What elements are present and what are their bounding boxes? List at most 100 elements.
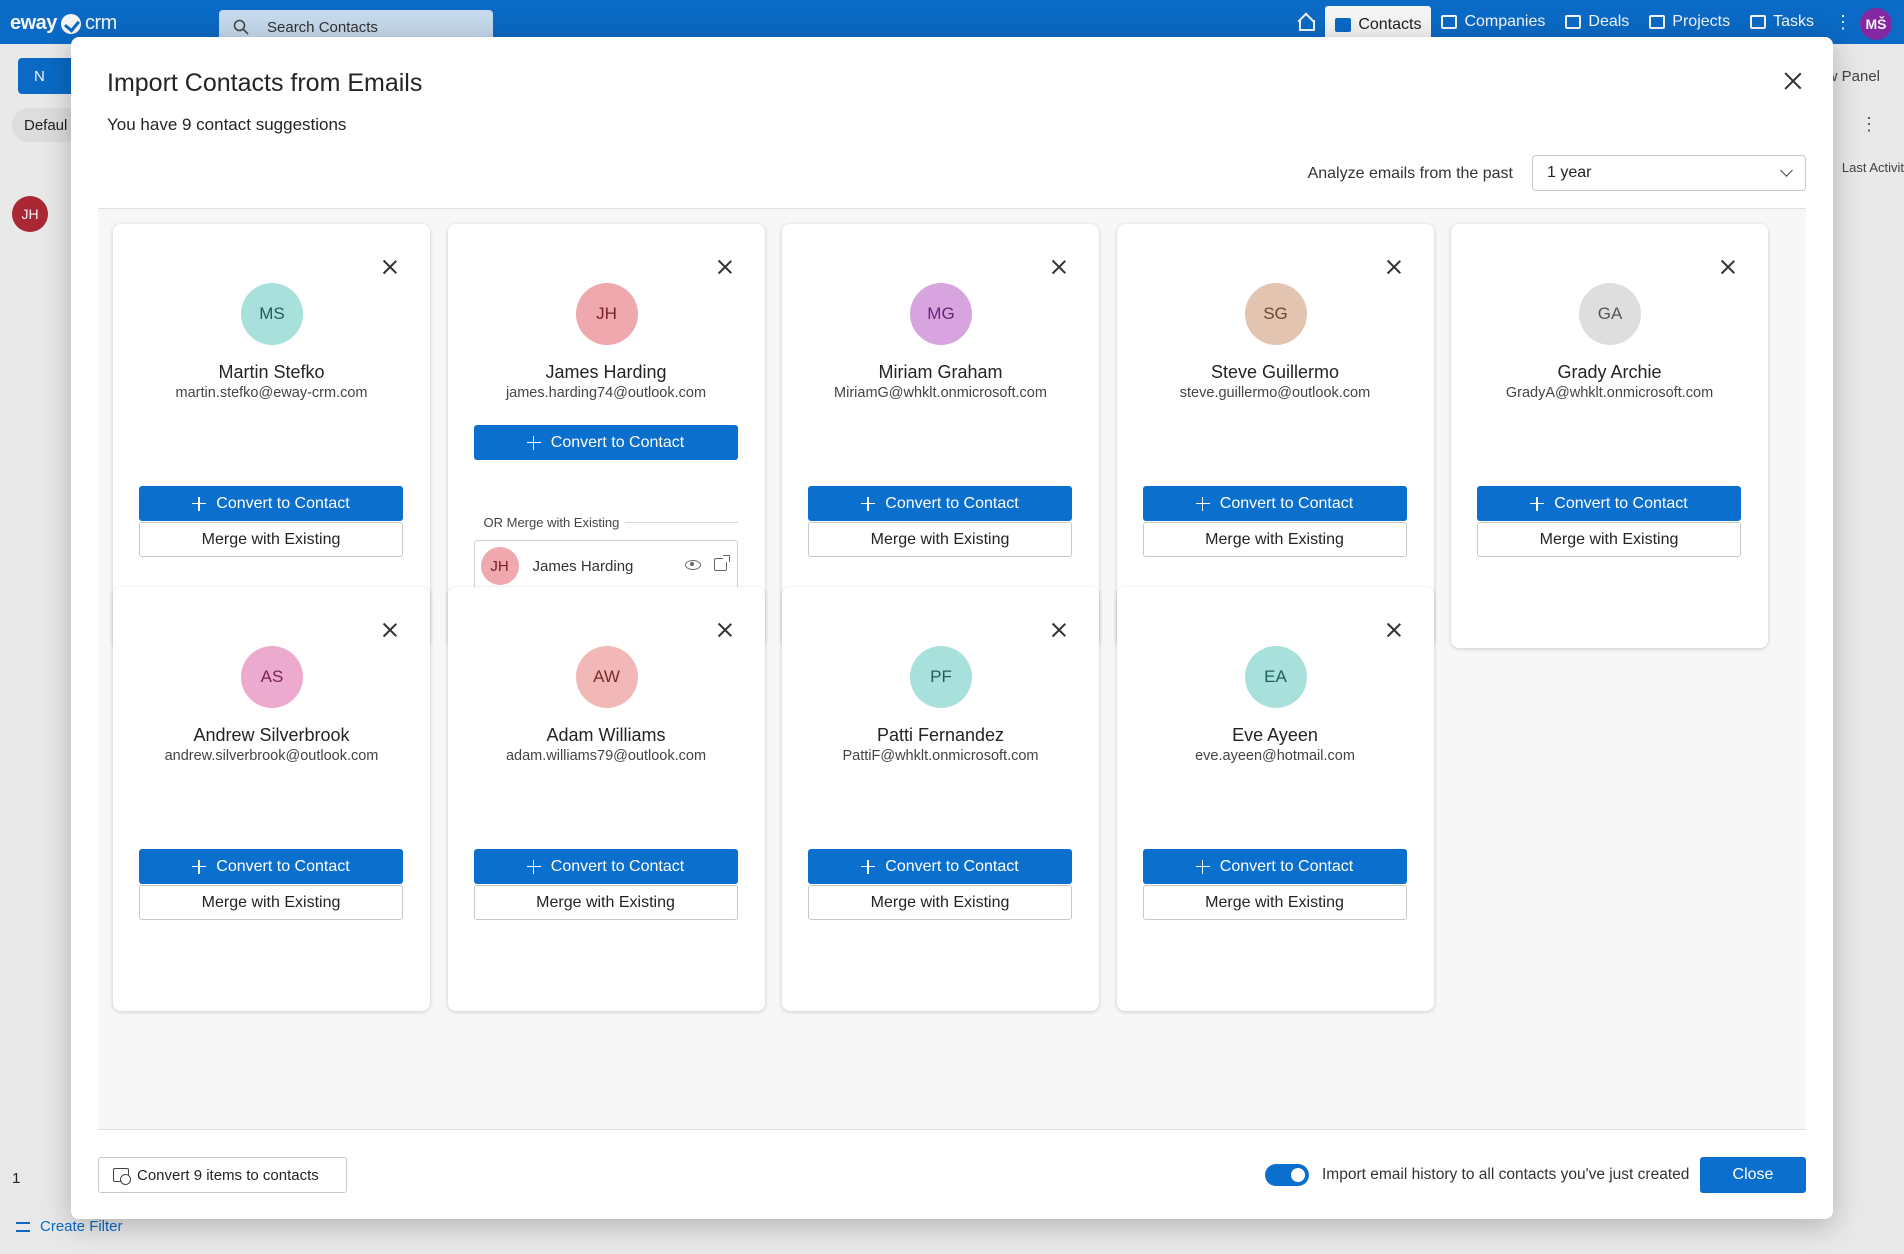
contact-name: Andrew Silverbrook — [193, 725, 350, 745]
dismiss-suggestion-icon[interactable] — [383, 623, 397, 642]
contact-name: Miriam Graham — [878, 362, 1003, 382]
contact-name: Eve Ayeen — [1232, 725, 1318, 745]
merge-candidate[interactable]: JH James Harding — [473, 540, 738, 592]
convert-label: Convert to Contact — [216, 494, 350, 512]
plus-icon — [1195, 496, 1210, 511]
or-merge-divider: OR Merge with Existing — [473, 514, 738, 530]
plus-icon — [526, 435, 541, 450]
plus-icon — [1195, 859, 1210, 874]
contact-avatar: AS — [241, 646, 303, 708]
merge-with-existing-button[interactable]: Merge with Existing — [1477, 522, 1741, 557]
plus-icon — [526, 859, 541, 874]
contact-email: andrew.silverbrook@outlook.com — [164, 748, 379, 764]
plus-icon — [1530, 496, 1545, 511]
convert-all-icon — [113, 1168, 131, 1185]
import-contacts-dialog: Import Contacts from Emails You have 9 c… — [71, 37, 1833, 1219]
convert-to-contact-button[interactable]: Convert to Contact — [808, 849, 1072, 884]
contact-avatar: GA — [1579, 283, 1641, 345]
merge-with-existing-button[interactable]: Merge with Existing — [808, 522, 1072, 557]
contact-suggestion-card: AW Adam Williams adam.williams79@outlook.c… — [447, 587, 765, 1011]
contact-avatar: EA — [1244, 646, 1307, 708]
dismiss-suggestion-icon[interactable] — [1052, 260, 1066, 279]
convert-to-contact-button[interactable]: Convert to Contact — [139, 486, 403, 521]
convert-label: Convert to Contact — [216, 857, 350, 875]
contact-suggestion-card: EA Eve Ayeen eve.ayeen@hotmail.com Convert … — [1116, 587, 1434, 1011]
merge-with-existing-button[interactable]: Merge with Existing — [1142, 522, 1407, 557]
contact-avatar: PF — [910, 646, 972, 708]
contact-email: james.harding74@outlook.com — [505, 385, 707, 401]
contact-suggestion-card: PF Patti Fernandez PattiF@whklt.onmicrosof… — [782, 587, 1099, 1011]
import-history-label: Import email history to all contacts you… — [1322, 1166, 1690, 1183]
dismiss-suggestion-icon[interactable] — [718, 260, 732, 279]
merge-with-existing-button[interactable]: Merge with Existing — [1142, 885, 1407, 920]
contact-avatar: MS — [241, 283, 303, 345]
contact-name: Martin Stefko — [218, 362, 325, 382]
open-external-icon[interactable] — [713, 555, 730, 571]
convert-to-contact-button[interactable]: Convert to Contact — [139, 849, 403, 884]
merge-with-existing-button[interactable]: Merge with Existing — [808, 885, 1072, 920]
merge-with-existing-button[interactable]: Merge with Existing — [139, 885, 403, 920]
dismiss-suggestion-icon[interactable] — [1387, 260, 1401, 279]
contact-email: GradyA@whklt.onmicrosoft.com — [1505, 385, 1714, 401]
merge-candidate-name: James Harding — [532, 557, 634, 575]
analyze-period-select[interactable]: 1 year — [1532, 155, 1806, 191]
contact-suggestion-card: SG Steve Guillermo steve.guillermo@outlook… — [1116, 224, 1434, 648]
close-button[interactable]: Close — [1700, 1157, 1806, 1193]
dismiss-suggestion-icon[interactable] — [1052, 623, 1066, 642]
convert-to-contact-button[interactable]: Convert to Contact — [1142, 849, 1407, 884]
plus-icon — [192, 859, 207, 874]
contact-avatar: SG — [1244, 283, 1307, 345]
contact-suggestion-card: MS Martin Stefko martin.stefko@eway-crm.co… — [113, 224, 430, 648]
contact-name: Adam Williams — [546, 725, 666, 745]
dismiss-suggestion-icon[interactable] — [718, 623, 732, 642]
contact-suggestion-card: MG Miriam Graham MiriamG@whklt.onmicrosoft… — [782, 224, 1099, 648]
contact-email: MiriamG@whklt.onmicrosoft.com — [834, 385, 1047, 401]
convert-to-contact-button[interactable]: Convert to Contact — [1477, 486, 1741, 521]
contact-email: eve.ayeen@hotmail.com — [1195, 748, 1355, 764]
analyze-period-value: 1 year — [1547, 164, 1592, 181]
contact-suggestion-card: AS Andrew Silverbrook andrew.silverbrook@o… — [113, 587, 430, 1011]
contact-suggestion-card: GA Grady Archie GradyA@whklt.onmicrosoft.c… — [1451, 224, 1768, 648]
convert-all-label: Convert 9 items to contacts — [137, 1166, 319, 1184]
contact-name: James Harding — [545, 362, 667, 382]
convert-label: Convert to Contact — [1219, 857, 1354, 875]
plus-icon — [861, 496, 876, 511]
import-history-toggle[interactable] — [1265, 1164, 1309, 1186]
convert-to-contact-button[interactable]: Convert to Contact — [1142, 486, 1407, 521]
convert-to-contact-button[interactable]: Convert to Contact — [808, 486, 1072, 521]
convert-label: Convert to Contact — [550, 433, 685, 451]
dismiss-suggestion-icon[interactable] — [1721, 260, 1735, 279]
convert-label: Convert to Contact — [885, 857, 1019, 875]
contact-suggestion-card: JH James Harding james.harding74@outlook.c… — [447, 224, 765, 648]
dialog-subtitle: You have 9 contact suggestions — [107, 115, 347, 134]
convert-label: Convert to Contact — [1219, 494, 1354, 512]
dialog-close-icon[interactable] — [1785, 73, 1805, 93]
contact-name: Patti Fernandez — [876, 725, 1005, 745]
preview-eye-icon[interactable] — [684, 560, 701, 570]
convert-label: Convert to Contact — [1554, 494, 1688, 512]
merge-with-existing-button[interactable]: Merge with Existing — [139, 522, 403, 557]
contact-name: Steve Guillermo — [1210, 362, 1340, 382]
contact-avatar: AW — [575, 646, 638, 708]
plus-icon — [861, 859, 876, 874]
convert-all-button[interactable]: Convert 9 items to contacts — [98, 1157, 347, 1193]
contact-email: steve.guillermo@outlook.com — [1179, 385, 1371, 401]
merge-with-existing-button[interactable]: Merge with Existing — [473, 885, 738, 920]
analyze-period-label: Analyze emails from the past — [1307, 165, 1513, 182]
or-merge-label: OR Merge with Existing — [473, 515, 626, 530]
chevron-down-icon — [1780, 164, 1793, 177]
contact-avatar: MG — [910, 283, 972, 345]
suggestions-area: MS Martin Stefko martin.stefko@eway-crm.co… — [98, 208, 1806, 1130]
contact-name: Grady Archie — [1557, 362, 1662, 382]
contact-email: PattiF@whklt.onmicrosoft.com — [842, 748, 1039, 764]
merge-candidate-avatar: JH — [480, 547, 519, 585]
plus-icon — [192, 496, 207, 511]
contact-email: martin.stefko@eway-crm.com — [175, 385, 368, 401]
convert-label: Convert to Contact — [550, 857, 685, 875]
convert-to-contact-button[interactable]: Convert to Contact — [473, 425, 738, 460]
dismiss-suggestion-icon[interactable] — [1387, 623, 1401, 642]
convert-to-contact-button[interactable]: Convert to Contact — [473, 849, 738, 884]
dialog-title: Import Contacts from Emails — [107, 69, 423, 97]
contact-email: adam.williams79@outlook.com — [505, 748, 707, 764]
dismiss-suggestion-icon[interactable] — [383, 260, 397, 279]
